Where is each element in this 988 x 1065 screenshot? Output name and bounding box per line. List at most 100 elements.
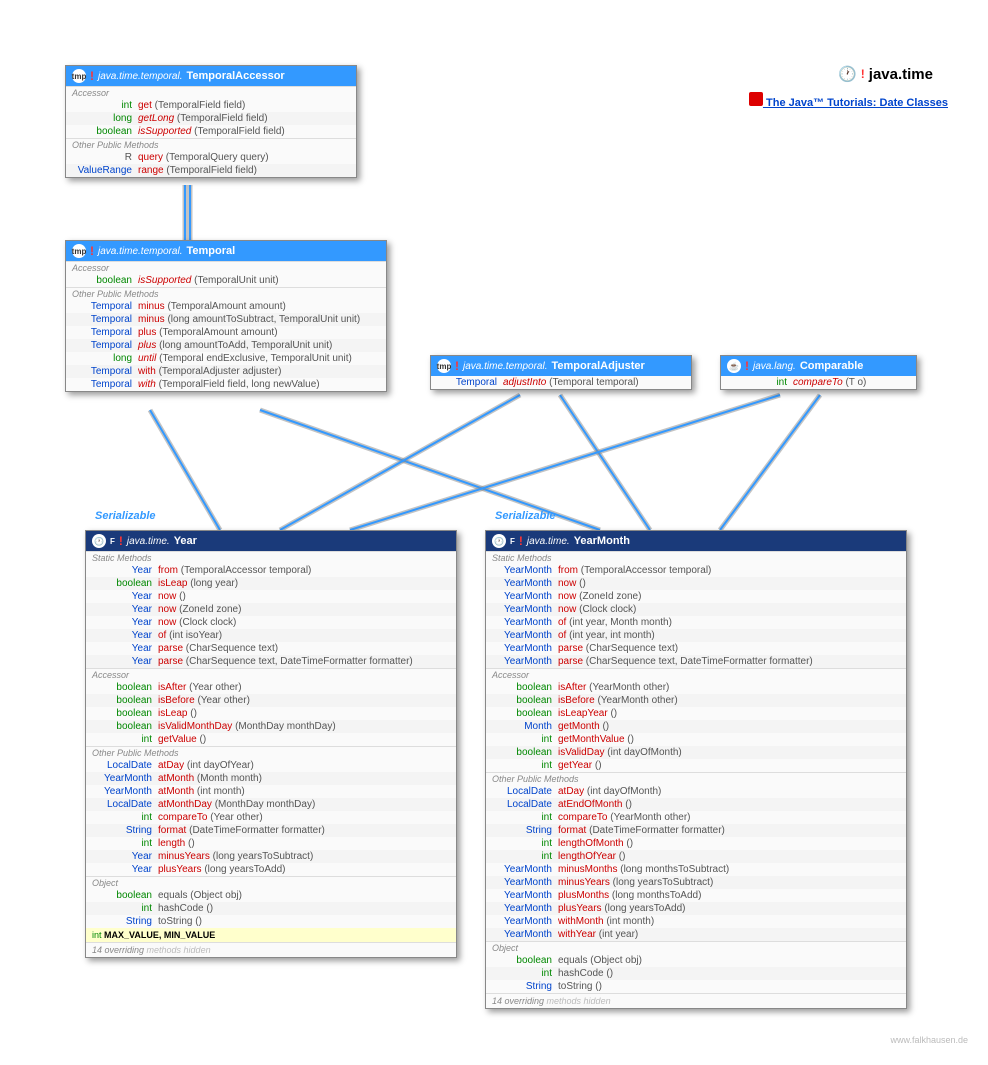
constants-row: int MAX_VALUE, MIN_VALUE	[86, 928, 456, 942]
method-row[interactable]: YearMonthof (int year, Month month)	[486, 616, 906, 629]
method-row[interactable]: booleanisBefore (Year other)	[86, 694, 456, 707]
method-row[interactable]: booleanequals (Object obj)	[486, 954, 906, 967]
method-row[interactable]: YearMonthminusYears (long yearsToSubtrac…	[486, 876, 906, 889]
method-row[interactable]: TemporaladjustInto (Temporal temporal)	[431, 376, 691, 389]
method-row[interactable]: LocalDateatMonthDay (MonthDay monthDay)	[86, 798, 456, 811]
method-row[interactable]: intgetValue ()	[86, 733, 456, 746]
package-title: 🕐!java.time	[838, 65, 933, 83]
section-header: Accessor	[486, 668, 906, 681]
method-row[interactable]: Yearfrom (TemporalAccessor temporal)	[86, 564, 456, 577]
method-row[interactable]: StringtoString ()	[86, 915, 456, 928]
method-row[interactable]: Stringformat (DateTimeFormatter formatte…	[86, 824, 456, 837]
footer-hidden-methods: 14 overriding methods hidden	[486, 993, 906, 1008]
method-row[interactable]: ValueRangerange (TemporalField field)	[66, 164, 356, 177]
method-row[interactable]: Yearnow (ZoneId zone)	[86, 603, 456, 616]
type-icon: 🕐	[92, 534, 106, 548]
serializable-label: Serializable	[495, 510, 556, 522]
method-row[interactable]: intcompareTo (Year other)	[86, 811, 456, 824]
section-header: Static Methods	[486, 551, 906, 564]
class-box-YearMonth: 🕐F!java.time.YearMonthStatic MethodsYear…	[485, 530, 907, 1009]
class-box-Comparable: ☕!java.lang.Comparable intcompareTo (T o…	[720, 355, 917, 390]
method-row[interactable]: LocalDateatDay (int dayOfYear)	[86, 759, 456, 772]
method-row[interactable]: Yearnow (Clock clock)	[86, 616, 456, 629]
method-row[interactable]: YearMonthparse (CharSequence text)	[486, 642, 906, 655]
method-row[interactable]: inthashCode ()	[86, 902, 456, 915]
class-header[interactable]: 🕐F!java.time.YearMonth	[486, 531, 906, 551]
method-row[interactable]: Temporalplus (long amountToAdd, Temporal…	[66, 339, 386, 352]
method-row[interactable]: YearMonthparse (CharSequence text, DateT…	[486, 655, 906, 668]
method-row[interactable]: Temporalwith (TemporalField field, long …	[66, 378, 386, 391]
method-row[interactable]: YearMonthplusMonths (long monthsToAdd)	[486, 889, 906, 902]
section-header: Other Public Methods	[66, 287, 386, 300]
method-row[interactable]: booleanisLeap (long year)	[86, 577, 456, 590]
class-header[interactable]: tmp!java.time.temporal.TemporalAccessor	[66, 66, 356, 86]
method-row[interactable]: booleanisSupported (TemporalUnit unit)	[66, 274, 386, 287]
method-row[interactable]: booleanisAfter (YearMonth other)	[486, 681, 906, 694]
method-row[interactable]: intget (TemporalField field)	[66, 99, 356, 112]
method-row[interactable]: booleanisLeapYear ()	[486, 707, 906, 720]
method-row[interactable]: Yearnow ()	[86, 590, 456, 603]
method-row[interactable]: intcompareTo (T o)	[721, 376, 916, 389]
type-icon: 🕐	[492, 534, 506, 548]
type-icon: ☕	[727, 359, 741, 373]
method-row[interactable]: Rquery (TemporalQuery query)	[66, 151, 356, 164]
method-row[interactable]: longuntil (Temporal endExclusive, Tempor…	[66, 352, 386, 365]
method-row[interactable]: intlengthOfYear ()	[486, 850, 906, 863]
method-row[interactable]: StringtoString ()	[486, 980, 906, 993]
method-row[interactable]: MonthgetMonth ()	[486, 720, 906, 733]
method-row[interactable]: booleanisBefore (YearMonth other)	[486, 694, 906, 707]
method-row[interactable]: YearMonthminusMonths (long monthsToSubtr…	[486, 863, 906, 876]
section-header: Static Methods	[86, 551, 456, 564]
class-header[interactable]: tmp!java.time.temporal.TemporalAdjuster	[431, 356, 691, 376]
method-row[interactable]: booleanisValidDay (int dayOfMonth)	[486, 746, 906, 759]
method-row[interactable]: intgetYear ()	[486, 759, 906, 772]
class-header[interactable]: tmp!java.time.temporal.Temporal	[66, 241, 386, 261]
class-box-Temporal: tmp!java.time.temporal.TemporalAccessorb…	[65, 240, 387, 392]
method-row[interactable]: intlengthOfMonth ()	[486, 837, 906, 850]
method-row[interactable]: Temporalplus (TemporalAmount amount)	[66, 326, 386, 339]
method-row[interactable]: Temporalminus (TemporalAmount amount)	[66, 300, 386, 313]
method-row[interactable]: YearMonthnow (Clock clock)	[486, 603, 906, 616]
method-row[interactable]: YearMonthplusYears (long yearsToAdd)	[486, 902, 906, 915]
method-row[interactable]: booleanisSupported (TemporalField field)	[66, 125, 356, 138]
method-row[interactable]: YearminusYears (long yearsToSubtract)	[86, 850, 456, 863]
method-row[interactable]: YearMonthatMonth (int month)	[86, 785, 456, 798]
method-row[interactable]: YearplusYears (long yearsToAdd)	[86, 863, 456, 876]
method-row[interactable]: intcompareTo (YearMonth other)	[486, 811, 906, 824]
section-header: Other Public Methods	[66, 138, 356, 151]
method-row[interactable]: YearMonthfrom (TemporalAccessor temporal…	[486, 564, 906, 577]
method-row[interactable]: YearMonthnow ()	[486, 577, 906, 590]
tutorials-link[interactable]: The Java™ Tutorials: Date Classes	[749, 92, 948, 109]
method-row[interactable]: Yearparse (CharSequence text)	[86, 642, 456, 655]
method-row[interactable]: booleanisValidMonthDay (MonthDay monthDa…	[86, 720, 456, 733]
method-row[interactable]: intgetMonthValue ()	[486, 733, 906, 746]
class-header[interactable]: ☕!java.lang.Comparable	[721, 356, 916, 376]
method-row[interactable]: Yearof (int isoYear)	[86, 629, 456, 642]
method-row[interactable]: Yearparse (CharSequence text, DateTimeFo…	[86, 655, 456, 668]
method-row[interactable]: booleanisLeap ()	[86, 707, 456, 720]
serializable-label: Serializable	[95, 510, 156, 522]
section-header: Other Public Methods	[86, 746, 456, 759]
method-row[interactable]: YearMonthwithMonth (int month)	[486, 915, 906, 928]
method-row[interactable]: Temporalwith (TemporalAdjuster adjuster)	[66, 365, 386, 378]
method-row[interactable]: YearMonthnow (ZoneId zone)	[486, 590, 906, 603]
type-icon: tmp	[72, 244, 86, 258]
method-row[interactable]: booleanequals (Object obj)	[86, 889, 456, 902]
method-row[interactable]: inthashCode ()	[486, 967, 906, 980]
section-header: Object	[486, 941, 906, 954]
section-header: Accessor	[66, 261, 386, 274]
method-row[interactable]: longgetLong (TemporalField field)	[66, 112, 356, 125]
section-header: Object	[86, 876, 456, 889]
type-icon: tmp	[72, 69, 86, 83]
method-row[interactable]: LocalDateatEndOfMonth ()	[486, 798, 906, 811]
section-header: Accessor	[86, 668, 456, 681]
class-header[interactable]: 🕐F!java.time.Year	[86, 531, 456, 551]
method-row[interactable]: YearMonthwithYear (int year)	[486, 928, 906, 941]
method-row[interactable]: YearMonthatMonth (Month month)	[86, 772, 456, 785]
method-row[interactable]: booleanisAfter (Year other)	[86, 681, 456, 694]
method-row[interactable]: YearMonthof (int year, int month)	[486, 629, 906, 642]
method-row[interactable]: LocalDateatDay (int dayOfMonth)	[486, 785, 906, 798]
method-row[interactable]: Temporalminus (long amountToSubtract, Te…	[66, 313, 386, 326]
method-row[interactable]: intlength ()	[86, 837, 456, 850]
method-row[interactable]: Stringformat (DateTimeFormatter formatte…	[486, 824, 906, 837]
